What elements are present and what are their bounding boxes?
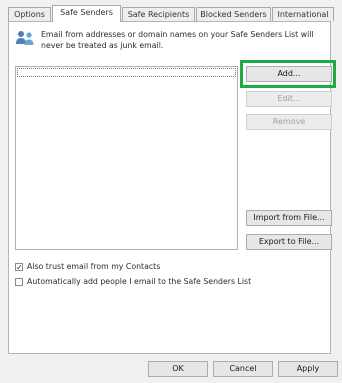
auto-add-option[interactable]: Automatically add people I email to the … xyxy=(15,277,251,286)
edit-button[interactable]: Edit... xyxy=(246,91,332,107)
cancel-button[interactable]: Cancel xyxy=(213,361,273,377)
auto-add-label: Automatically add people I email to the … xyxy=(27,277,252,286)
tab-strip: Options Safe Senders Safe Recipients Blo… xyxy=(8,5,334,22)
people-icon xyxy=(16,31,34,45)
apply-button[interactable]: Apply xyxy=(278,361,338,377)
list-item[interactable] xyxy=(17,68,236,77)
tab-international[interactable]: International xyxy=(272,7,334,21)
info-text: Email from addresses or domain names on … xyxy=(41,29,326,51)
safe-senders-list[interactable] xyxy=(15,66,238,250)
ok-button[interactable]: OK xyxy=(148,361,208,377)
tab-blocked-senders[interactable]: Blocked Senders xyxy=(196,7,271,21)
info-line-2: never be treated as junk email. xyxy=(41,41,164,50)
auto-add-checkbox[interactable] xyxy=(15,277,23,286)
trust-contacts-label: Also trust email from my Contacts xyxy=(27,262,161,271)
trust-contacts-option[interactable]: ✓ Also trust email from my Contacts xyxy=(15,262,160,271)
tab-options[interactable]: Options xyxy=(8,7,51,21)
export-to-file-button[interactable]: Export to File... xyxy=(246,234,332,250)
tab-safe-senders[interactable]: Safe Senders xyxy=(52,5,121,22)
add-button-highlight xyxy=(240,60,336,88)
info-line-1: Email from addresses or domain names on … xyxy=(41,30,314,39)
import-from-file-button[interactable]: Import from File... xyxy=(246,210,332,226)
remove-button[interactable]: Remove xyxy=(246,114,332,130)
tab-safe-recipients[interactable]: Safe Recipients xyxy=(122,7,195,21)
trust-contacts-checkbox[interactable]: ✓ xyxy=(15,262,23,271)
